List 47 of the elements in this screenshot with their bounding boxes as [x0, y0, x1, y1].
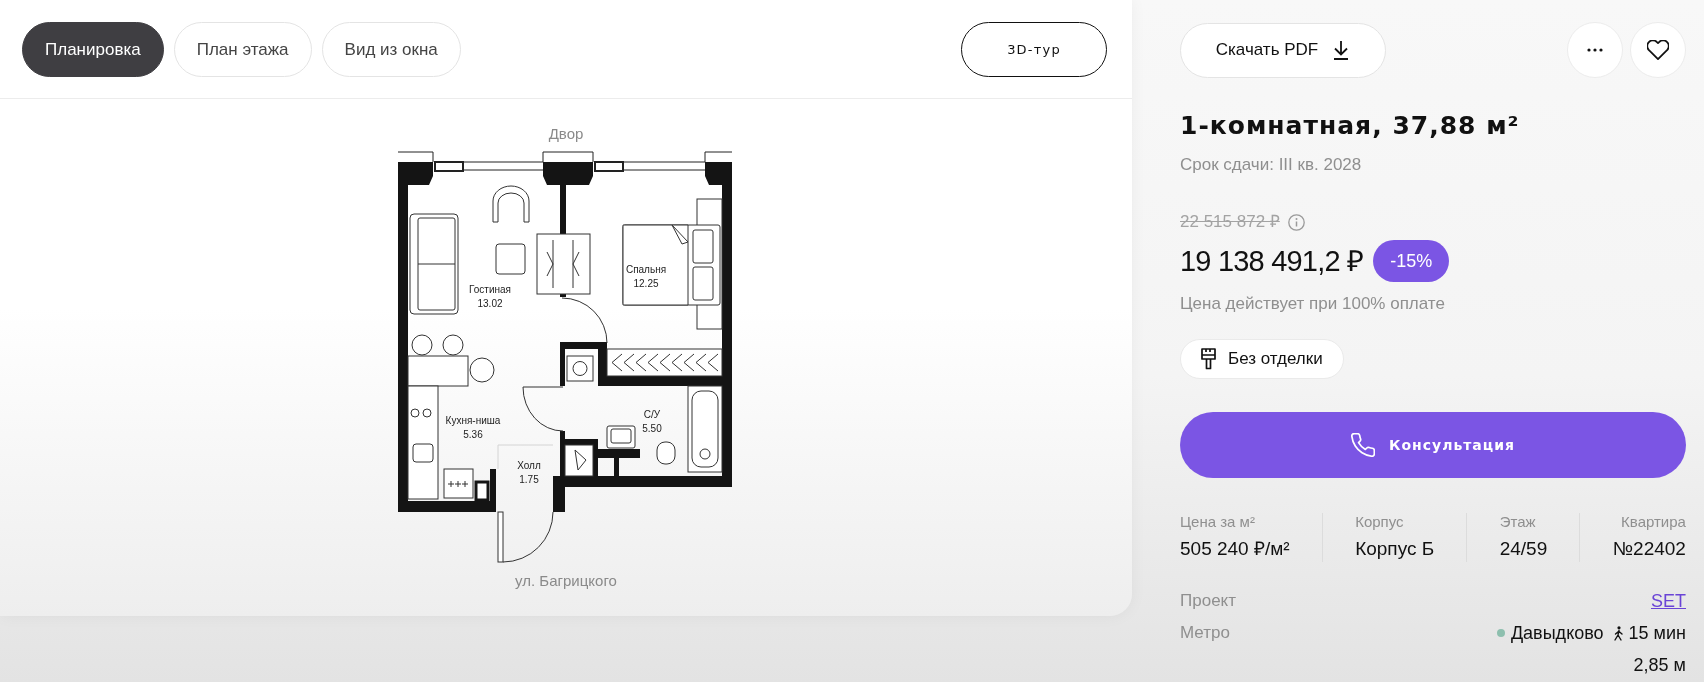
- info-icon[interactable]: [1287, 213, 1305, 231]
- metro-station: Давыдково: [1510, 621, 1604, 645]
- stat-label: Цена за м²: [1180, 513, 1256, 531]
- download-icon: [1332, 40, 1351, 60]
- old-price: 22 515 872 ₽: [1180, 212, 1280, 232]
- stat-value: 505 240 ₽/м²: [1180, 537, 1290, 561]
- room-name: Кухня-ниша: [445, 415, 501, 426]
- walking-person-icon: [1613, 625, 1623, 641]
- paint-brush-icon: [1201, 348, 1216, 370]
- consultation-button[interactable]: Консультация: [1180, 412, 1686, 478]
- more-icon: [1587, 48, 1603, 52]
- project-link[interactable]: SET: [1651, 587, 1686, 615]
- plan-tab[interactable]: Вид из окна: [321, 22, 461, 77]
- room-area: 13.02: [477, 298, 503, 309]
- stat-label: Квартира: [1620, 513, 1686, 531]
- plan-tab[interactable]: Планировка: [22, 22, 164, 77]
- stat-value: 24/59: [1499, 537, 1548, 561]
- detail-label: Проект: [1180, 590, 1236, 613]
- room-name: Спальня: [625, 264, 667, 275]
- completion-date: Срок сдачи: III кв. 2028: [1180, 154, 1363, 176]
- detail-value: 2,85 м: [1633, 653, 1686, 677]
- stat-value: Корпус Б: [1355, 537, 1435, 561]
- download-pdf-button[interactable]: Скачать PDF: [1180, 22, 1386, 78]
- detail-label: Метро: [1180, 622, 1230, 645]
- plan-tab[interactable]: План этажа: [173, 22, 312, 77]
- tour-button[interactable]: 3D-тур: [961, 22, 1107, 77]
- room-name: Гостиная: [469, 284, 511, 295]
- finish-label: Без отделки: [1228, 348, 1323, 371]
- room-area: 12.25: [633, 278, 659, 289]
- apartment-title: 1-комнатная, 37,88 м²: [1180, 110, 1521, 142]
- courtyard-label: Двор: [548, 125, 584, 143]
- heart-icon: [1647, 40, 1669, 60]
- room-name: С/У: [643, 409, 661, 420]
- price: 19 138 491,2 ₽: [1180, 244, 1364, 278]
- room-name: Холл: [517, 460, 541, 471]
- stat-label: Корпус: [1355, 513, 1405, 531]
- stat-value: №22402: [1612, 537, 1686, 561]
- phone-icon: [1351, 433, 1375, 457]
- price-note: Цена действует при 100% оплате: [1180, 293, 1446, 315]
- room-area: 1.75: [519, 474, 539, 485]
- discount-badge: -15%: [1373, 240, 1450, 282]
- room-area: 5.36: [463, 429, 483, 440]
- walk-time: 15 мин: [1628, 621, 1686, 645]
- street-label: ул. Багрицкого: [515, 572, 617, 590]
- stat-label: Этаж: [1499, 513, 1537, 531]
- favorite-button[interactable]: [1630, 22, 1686, 78]
- room-area: 5.50: [642, 423, 662, 434]
